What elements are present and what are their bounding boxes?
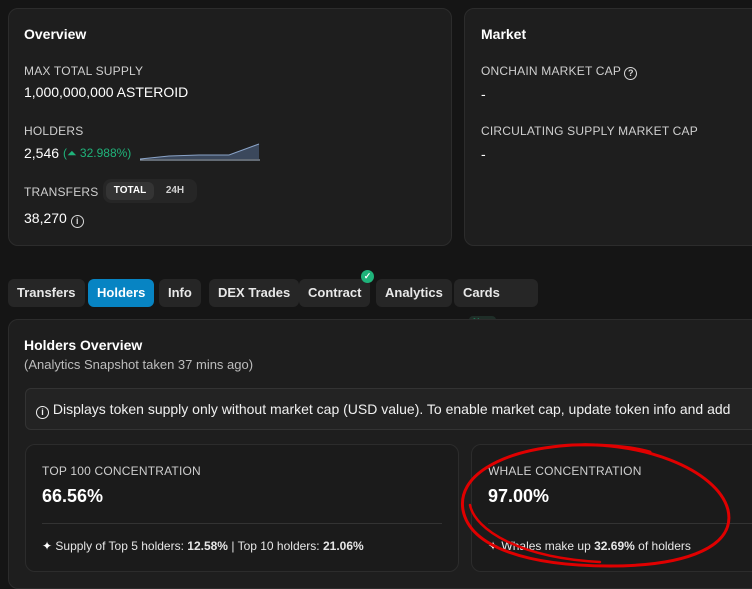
top10-prefix: | Top 10 holders: (231, 539, 320, 553)
onchain-cap-value: - (481, 86, 486, 102)
transfers-label: TRANSFERS (24, 185, 99, 199)
top100-footer: ✦ Supply of Top 5 holders: 12.58% | Top … (42, 539, 364, 553)
notice-text: i Displays token supply only without mar… (36, 401, 730, 419)
holders-value: 2,546 (24, 145, 60, 161)
whale-divider (488, 523, 752, 524)
tab-cards[interactable]: Cards New (454, 279, 538, 328)
sparkles-icon: ✦ (488, 539, 499, 553)
max-supply-label: MAX TOTAL SUPPLY (24, 64, 144, 78)
tab-dex-trades[interactable]: DEX Trades (209, 279, 300, 307)
question-icon[interactable]: ? (624, 67, 638, 80)
info-icon[interactable]: i (70, 215, 84, 228)
circ-cap-label: CIRCULATING SUPPLY MARKET CAP (481, 124, 698, 138)
notice-message: Displays token supply only without marke… (52, 401, 731, 417)
tab-cards-label: Cards (463, 285, 500, 300)
whale-prefix: Whales make up (501, 539, 591, 553)
transfers-toggle[interactable]: TOTAL 24H (103, 179, 197, 203)
whale-value: 97.00% (488, 486, 550, 506)
market-title: Market (481, 26, 527, 42)
tab-holders[interactable]: Holders (88, 279, 155, 307)
market-card: Market ONCHAIN MARKET CAP ? - CIRCULATIN… (464, 8, 752, 246)
whale-label: WHALE CONCENTRATION (488, 464, 642, 478)
transfers-value: 38,270 i (24, 210, 84, 228)
tab-info[interactable]: Info (159, 279, 201, 307)
top5-prefix: Supply of Top 5 holders: (55, 539, 184, 553)
overview-title: Overview (24, 26, 87, 42)
holders-overview-panel: Holders Overview (Analytics Snapshot tak… (8, 319, 752, 589)
max-supply-value: 1,000,000,000 ASTEROID (24, 84, 189, 100)
onchain-cap-text: ONCHAIN MARKET CAP (481, 64, 621, 78)
tab-analytics[interactable]: Analytics (376, 279, 452, 307)
top5-value: 12.58% (187, 539, 228, 553)
holders-overview-title: Holders Overview (24, 337, 143, 353)
holders-sparkline (139, 143, 260, 161)
sparkles-icon: ✦ (42, 539, 53, 553)
top10-value: 21.06% (322, 539, 364, 553)
notice-banner: i Displays token supply only without mar… (25, 388, 752, 430)
toggle-total[interactable]: TOTAL (106, 182, 154, 200)
circ-cap-value: - (481, 146, 486, 162)
onchain-cap-label: ONCHAIN MARKET CAP ? (481, 64, 638, 80)
tab-contract[interactable]: Contract (299, 279, 371, 307)
whale-suffix: of holders (638, 539, 691, 553)
whale-concentration-card: WHALE CONCENTRATION 97.00% ✦ Whales make… (471, 444, 752, 572)
holders-overview-subtitle: (Analytics Snapshot taken 37 mins ago) (24, 357, 254, 372)
overview-card: Overview MAX TOTAL SUPPLY 1,000,000,000 … (8, 8, 452, 246)
info-icon: i (36, 406, 49, 419)
tab-transfers[interactable]: Transfers (8, 279, 85, 307)
transfers-count: 38,270 (24, 210, 67, 226)
whale-footer: ✦ Whales make up 32.69% of holders (488, 539, 691, 553)
top100-label: TOP 100 CONCENTRATION (42, 464, 201, 478)
top100-divider (42, 523, 442, 524)
holders-label: HOLDERS (24, 124, 84, 138)
top100-value: 66.56% (42, 486, 104, 506)
whale-pct: 32.69% (594, 539, 635, 553)
holders-change: (⏶ 32.988%) (63, 146, 132, 160)
toggle-24h[interactable]: 24H (157, 182, 193, 200)
verified-check-icon: ✓ (361, 270, 374, 283)
top100-concentration-card: TOP 100 CONCENTRATION 66.56% ✦ Supply of… (25, 444, 459, 572)
